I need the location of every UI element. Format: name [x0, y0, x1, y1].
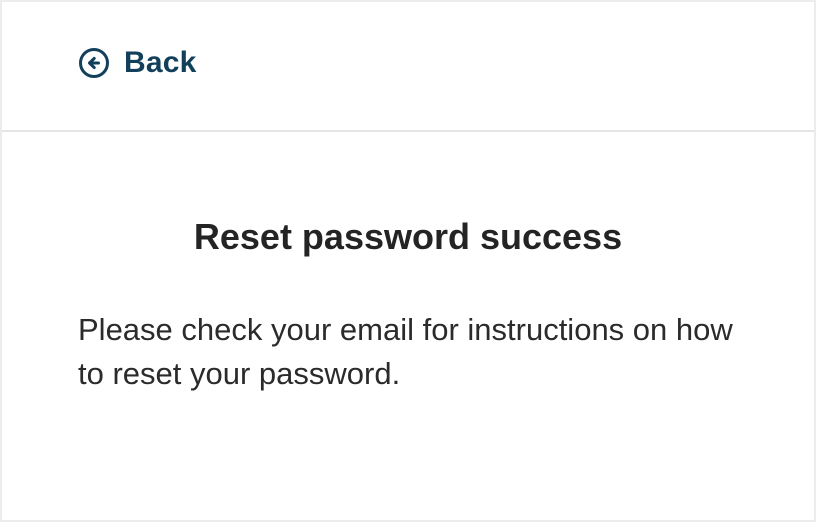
- page-title: Reset password success: [193, 216, 623, 257]
- arrow-left-circle-icon: [78, 47, 110, 79]
- success-message: Please check your email for instructions…: [78, 312, 733, 391]
- back-link[interactable]: Back: [78, 46, 197, 80]
- reset-password-card: Back Reset password success Please check…: [0, 0, 816, 522]
- back-label: Back: [124, 46, 197, 79]
- card-header: Back: [2, 2, 814, 132]
